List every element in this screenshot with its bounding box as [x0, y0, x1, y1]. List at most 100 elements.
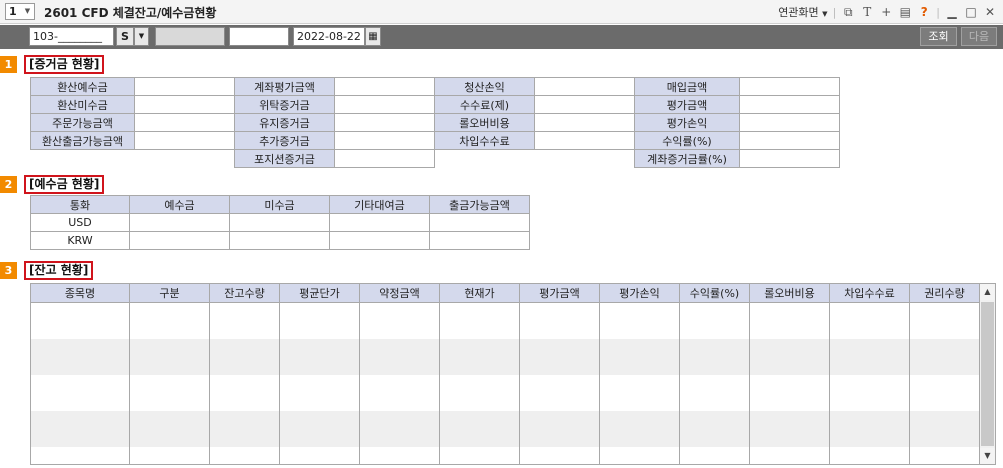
- deposit-value: [429, 231, 530, 250]
- table-row[interactable]: [30, 410, 980, 429]
- deposit-status-table: 통화 예수금 미수금 기타대여금 출금가능금액 USD KRW: [30, 195, 530, 250]
- margin-value: [134, 95, 235, 114]
- table-row[interactable]: [30, 392, 980, 411]
- table-row[interactable]: [30, 356, 980, 375]
- column-header[interactable]: 구분: [129, 283, 210, 303]
- column-header[interactable]: 잔고수량: [209, 283, 280, 303]
- close-icon[interactable]: ✕: [983, 5, 997, 19]
- margin-label: 평가손익: [634, 113, 740, 132]
- print-icon[interactable]: ▤: [898, 5, 912, 19]
- chevron-down-icon: ▼: [24, 7, 31, 15]
- screen-number-select[interactable]: 1 ▼: [5, 3, 35, 20]
- deposit-value: [129, 213, 230, 232]
- table-row[interactable]: [30, 374, 980, 393]
- help-icon[interactable]: ?: [917, 5, 931, 19]
- margin-row: 환산미수금 위탁증거금 수수료(제) 평가금액: [30, 95, 840, 114]
- margin-label: 계좌평가금액: [234, 77, 335, 96]
- table-row[interactable]: [30, 446, 980, 465]
- holdings-scrollbar[interactable]: ▲ ▼: [979, 283, 996, 465]
- column-header[interactable]: 평가금액: [519, 283, 600, 303]
- margin-row: 주문가능금액 유지증거금 롤오버비용 평가손익: [30, 113, 840, 132]
- column-header[interactable]: 차입수수료: [829, 283, 910, 303]
- column-header[interactable]: 수익률(%): [679, 283, 750, 303]
- section-1-badge: 1: [0, 56, 17, 73]
- scrollbar-thumb[interactable]: [981, 302, 994, 446]
- account-dropdown-button[interactable]: ▼: [134, 27, 149, 46]
- margin-label: 수수료(제): [434, 95, 535, 114]
- text-icon[interactable]: T: [860, 5, 874, 19]
- deposit-value: [329, 231, 430, 250]
- column-header: 미수금: [229, 195, 330, 214]
- column-header[interactable]: 약정금액: [359, 283, 440, 303]
- account-type-box[interactable]: S: [116, 27, 134, 46]
- deposit-value: [429, 213, 530, 232]
- holdings-header-row: 종목명 구분 잔고수량 평균단가 약정금액 현재가 평가금액 평가손익 수익률(…: [30, 283, 980, 303]
- holdings-table: 종목명 구분 잔고수량 평균단가 약정금액 현재가 평가금액 평가손익 수익률(…: [30, 283, 980, 465]
- deposit-row: KRW: [30, 231, 530, 250]
- margin-value: [134, 113, 235, 132]
- plus-icon[interactable]: +: [879, 5, 893, 19]
- margin-label: 포지션증거금: [234, 149, 335, 168]
- margin-label: 환산미수금: [30, 95, 135, 114]
- table-row[interactable]: [30, 302, 980, 321]
- deposit-row: USD: [30, 213, 530, 232]
- linked-screen-menu[interactable]: 연관화면 ▼: [778, 4, 827, 20]
- deposit-value: [129, 231, 230, 250]
- column-header[interactable]: 현재가: [439, 283, 520, 303]
- table-row[interactable]: [30, 428, 980, 447]
- margin-value: [534, 77, 635, 96]
- margin-value: [534, 95, 635, 114]
- margin-value: [739, 95, 840, 114]
- column-header: 통화: [30, 195, 130, 214]
- margin-label: 계좌증거금률(%): [634, 149, 740, 168]
- screen-number-value: 1: [9, 5, 17, 18]
- date-input[interactable]: 2022-08-22: [293, 27, 365, 46]
- margin-label: 환산출금가능금액: [30, 131, 135, 150]
- margin-value: [134, 131, 235, 150]
- account-number-input[interactable]: 103-________: [29, 27, 114, 46]
- margin-label: 위탁증거금: [234, 95, 335, 114]
- chevron-down-icon: ▼: [822, 10, 828, 18]
- section-2-title: [예수금 현황]: [24, 175, 105, 194]
- margin-value: [334, 77, 435, 96]
- column-header[interactable]: 평균단가: [279, 283, 360, 303]
- margin-label: 유지증거금: [234, 113, 335, 132]
- currency-cell: KRW: [30, 231, 130, 250]
- column-header: 예수금: [129, 195, 230, 214]
- maximize-icon[interactable]: □: [964, 5, 978, 19]
- currency-cell: USD: [30, 213, 130, 232]
- next-button[interactable]: 다음: [961, 27, 997, 46]
- margin-label: 추가증거금: [234, 131, 335, 150]
- margin-value: [134, 77, 235, 96]
- deposit-header-row: 통화 예수금 미수금 기타대여금 출금가능금액: [30, 195, 530, 214]
- margin-value: [739, 149, 840, 168]
- scroll-down-icon[interactable]: ▼: [980, 448, 995, 464]
- margin-value: [334, 131, 435, 150]
- margin-label: 주문가능금액: [30, 113, 135, 132]
- column-header[interactable]: 평가손익: [599, 283, 680, 303]
- calendar-icon[interactable]: ▦: [365, 27, 381, 46]
- minimize-icon[interactable]: ▁: [945, 5, 959, 19]
- section-3-title: [잔고 현황]: [24, 261, 94, 280]
- margin-label: 평가금액: [634, 95, 740, 114]
- column-header: 기타대여금: [329, 195, 430, 214]
- column-header[interactable]: 롤오버비용: [749, 283, 830, 303]
- column-header[interactable]: 종목명: [30, 283, 130, 303]
- section-3-badge: 3: [0, 262, 17, 279]
- password-input[interactable]: [229, 27, 289, 46]
- linked-screen-label: 연관화면: [778, 6, 819, 19]
- table-row[interactable]: [30, 320, 980, 339]
- empty-cell: [31, 150, 135, 168]
- column-header: 출금가능금액: [429, 195, 530, 214]
- query-button[interactable]: 조회: [920, 27, 957, 46]
- margin-value: [739, 113, 840, 132]
- margin-value: [334, 149, 435, 168]
- table-row[interactable]: [30, 338, 980, 357]
- scroll-up-icon[interactable]: ▲: [980, 284, 995, 300]
- margin-label: 환산예수금: [30, 77, 135, 96]
- screen-capture-icon[interactable]: ⧉: [841, 5, 855, 19]
- margin-label: 청산손익: [434, 77, 535, 96]
- deposit-value: [329, 213, 430, 232]
- query-toolbar: 103-________ S ▼ 2022-08-22 ▦ 조회 다음: [0, 25, 1003, 49]
- column-header[interactable]: 권리수량: [909, 283, 980, 303]
